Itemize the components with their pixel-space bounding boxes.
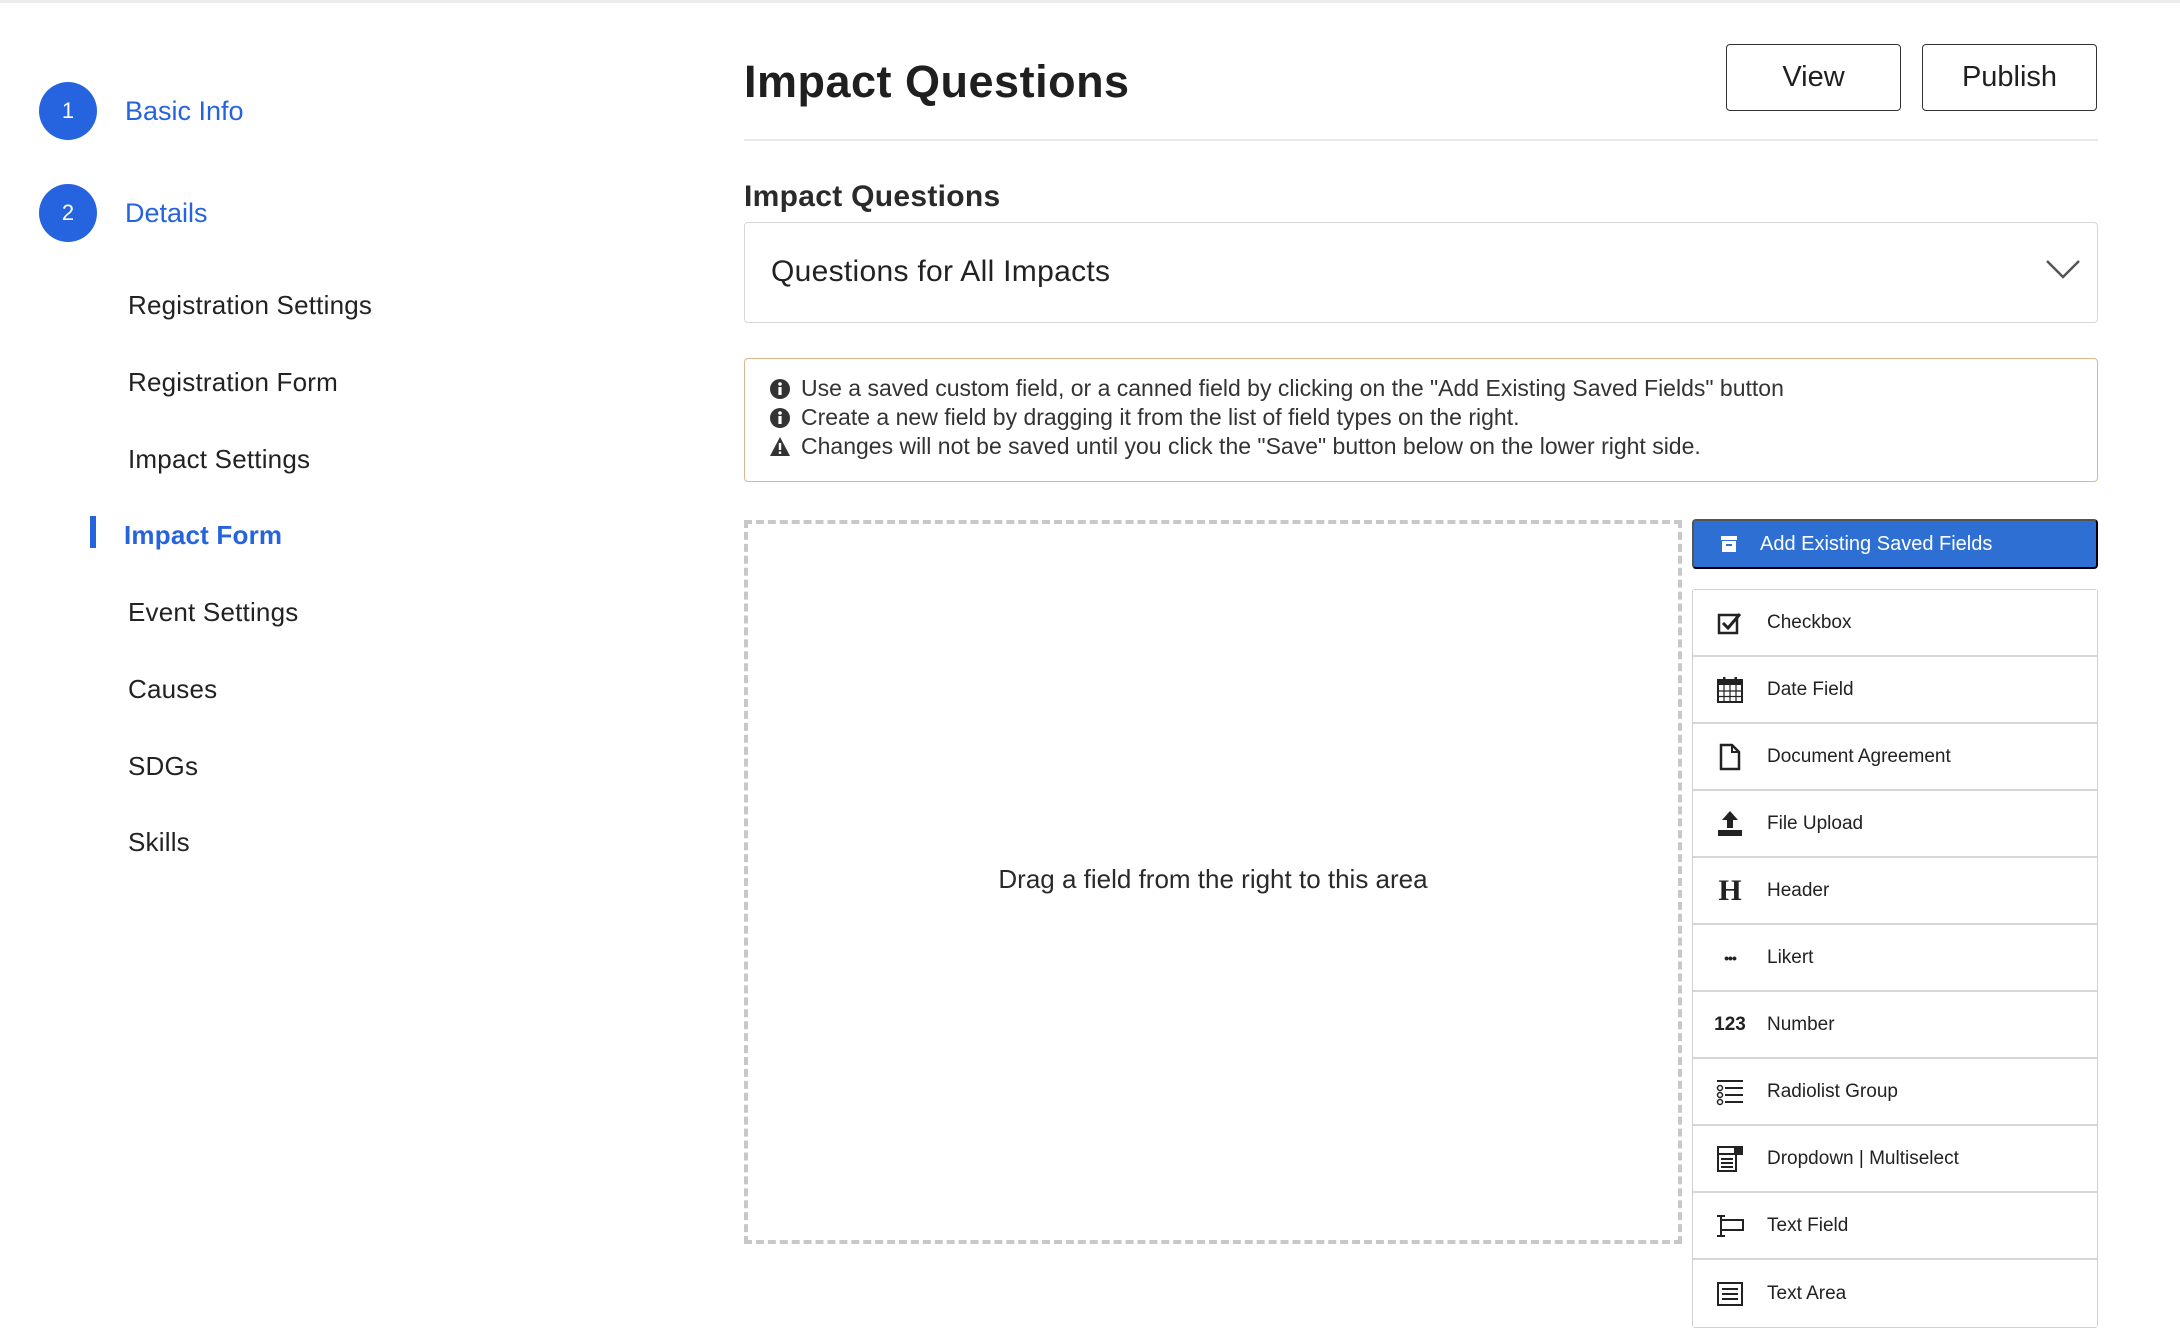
nav-item-sdgs[interactable]: SDGs	[128, 751, 198, 782]
step-label[interactable]: Basic Info	[125, 96, 244, 127]
field-type-label: Number	[1767, 1013, 1835, 1035]
document-icon	[1715, 742, 1745, 772]
nav-item-impact-form[interactable]: Impact Form	[124, 520, 282, 551]
add-existing-label: Add Existing Saved Fields	[1760, 532, 1993, 555]
field-type-label: Radiolist Group	[1767, 1080, 1898, 1102]
text-field-icon	[1715, 1211, 1745, 1241]
notice-line: Use a saved custom field, or a canned fi…	[769, 375, 1784, 402]
info-icon	[770, 407, 790, 428]
publish-button[interactable]: Publish	[1922, 44, 2097, 111]
impact-questions-select[interactable]: Questions for All Impacts	[744, 222, 2098, 323]
warning-icon	[770, 436, 790, 456]
step-label[interactable]: Details	[125, 198, 208, 229]
field-type-label: Date Field	[1767, 678, 1854, 700]
field-type-label: Document Agreement	[1767, 745, 1951, 767]
field-type-checkbox[interactable]: Checkbox	[1693, 590, 2097, 657]
field-type-number[interactable]: 123 Number	[1693, 992, 2097, 1059]
field-type-radiolist-group[interactable]: Radiolist Group	[1693, 1059, 2097, 1126]
field-type-label: Likert	[1767, 946, 1814, 968]
chevron-down-icon	[2046, 260, 2080, 279]
field-type-file-upload[interactable]: File Upload	[1693, 791, 2097, 858]
text-area-icon	[1715, 1279, 1745, 1309]
impact-questions-label: Impact Questions	[744, 180, 1001, 213]
select-value: Questions for All Impacts	[771, 255, 1111, 288]
field-type-date-field[interactable]: Date Field	[1693, 657, 2097, 724]
field-type-dropdown-multiselect[interactable]: Dropdown | Multiselect	[1693, 1126, 2097, 1193]
dropdown-icon	[1715, 1144, 1745, 1174]
upload-icon	[1715, 809, 1745, 839]
title-divider	[744, 139, 2098, 141]
nav-item-event-settings[interactable]: Event Settings	[128, 597, 298, 628]
field-type-label: Text Area	[1767, 1282, 1847, 1304]
field-type-label: Checkbox	[1767, 611, 1852, 633]
step-number-badge: 1	[39, 82, 97, 140]
notice-text: Create a new field by dragging it from t…	[801, 404, 1520, 430]
step-basic-info[interactable]: 1 Basic Info	[39, 82, 244, 140]
nav-item-registration-settings[interactable]: Registration Settings	[128, 290, 372, 321]
step-number-badge: 2	[39, 184, 97, 242]
active-indicator	[90, 516, 96, 548]
info-icon	[770, 378, 790, 399]
field-type-likert[interactable]: ••• Likert	[1693, 925, 2097, 992]
field-type-label: Dropdown | Multiselect	[1767, 1147, 1959, 1169]
nav-item-skills[interactable]: Skills	[128, 827, 190, 858]
field-type-label: File Upload	[1767, 812, 1864, 834]
calendar-icon	[1715, 675, 1745, 705]
wizard-sidebar: 1 Basic Info 2 Details Registration Sett…	[0, 0, 700, 1342]
field-type-document-agreement[interactable]: Document Agreement	[1693, 724, 2097, 791]
header-icon: H	[1718, 873, 1742, 907]
checkbox-icon	[1715, 608, 1745, 638]
nav-item-impact-settings[interactable]: Impact Settings	[128, 444, 310, 475]
view-button[interactable]: View	[1726, 44, 1901, 111]
number-icon: 123	[1714, 1013, 1746, 1035]
field-type-label: Header	[1767, 879, 1830, 901]
field-type-list: Checkbox Date Field Document Agreement F…	[1692, 589, 2098, 1328]
page-title: Impact Questions	[744, 56, 1130, 107]
archive-icon	[1721, 536, 1737, 552]
nav-item-causes[interactable]: Causes	[128, 674, 217, 705]
notice-line: Changes will not be saved until you clic…	[769, 433, 1701, 460]
nav-item-registration-form[interactable]: Registration Form	[128, 367, 338, 398]
drop-zone-hint: Drag a field from the right to this area	[998, 864, 1428, 894]
notice-text: Changes will not be saved until you clic…	[801, 433, 1701, 459]
add-existing-saved-fields-button[interactable]: Add Existing Saved Fields	[1692, 519, 2098, 569]
ellipsis-icon: •••	[1724, 949, 1737, 966]
instructions-notice: Use a saved custom field, or a canned fi…	[744, 358, 2098, 482]
radiolist-icon	[1715, 1077, 1745, 1107]
notice-text: Use a saved custom field, or a canned fi…	[801, 375, 1784, 401]
field-type-header[interactable]: H Header	[1693, 858, 2097, 925]
field-type-label: Text Field	[1767, 1214, 1849, 1236]
field-type-text-area[interactable]: Text Area	[1693, 1260, 2097, 1327]
field-drop-zone[interactable]: Drag a field from the right to this area	[744, 520, 1682, 1244]
step-details[interactable]: 2 Details	[39, 184, 208, 242]
field-type-text-field[interactable]: Text Field	[1693, 1193, 2097, 1260]
notice-line: Create a new field by dragging it from t…	[769, 404, 1520, 431]
